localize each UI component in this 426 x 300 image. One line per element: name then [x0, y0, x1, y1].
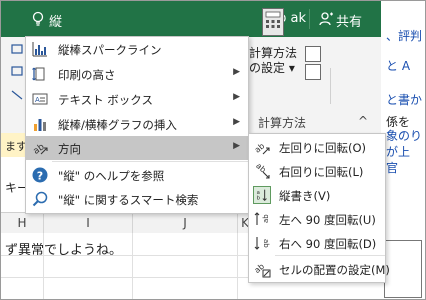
- rotate-counterclockwise-icon: ab: [253, 141, 270, 155]
- format-cell-alignment-icon: ab: [253, 262, 271, 278]
- calculator-icon[interactable]: [262, 8, 284, 36]
- menu-item-help[interactable]: ? "縦" のヘルプを参照: [26, 163, 248, 187]
- text-box-icon: A: [32, 93, 48, 105]
- rotate-up-icon: ab: [254, 212, 270, 225]
- menu-item-orientation[interactable]: ab 方向 ▶: [26, 136, 248, 160]
- menu-item-text-box[interactable]: A テキスト ボックス ▶: [26, 87, 248, 111]
- tell-me-results-menu: 縦棒スパークライン 印刷の高さ ▶ A テキスト ボックス ▶ 縦棒/横棒グラフ…: [25, 36, 249, 214]
- submenu-item-rotate-text-up[interactable]: ab 左へ 90 度回転(U): [249, 208, 385, 230]
- column-header-j[interactable]: J: [133, 213, 238, 233]
- share-label: 共有: [336, 15, 363, 30]
- submenu-item-label: 縦書き(V): [279, 189, 331, 203]
- web-text-line: 官: [386, 161, 399, 175]
- menu-item-label: 縦棒/横棒グラフの挿入: [58, 118, 177, 132]
- grid-col-line: [237, 233, 238, 299]
- calculation-options-label-2[interactable]: の設定 ▾: [249, 59, 295, 76]
- menu-item-column-sparkline[interactable]: 縦棒スパークライン: [26, 37, 248, 61]
- ribbon-divider: [330, 68, 331, 104]
- submenu-arrow-icon: ▶: [233, 67, 240, 77]
- lightbulb-icon: [32, 11, 44, 26]
- submenu-arrow-icon: ▶: [233, 141, 240, 151]
- svg-text:ab: ab: [253, 262, 266, 275]
- calculate-sheet-icon[interactable]: [305, 64, 321, 80]
- svg-text:ab: ab: [254, 162, 267, 175]
- tell-me-search-input[interactable]: 縦: [49, 11, 62, 30]
- title-bar: 縦 Yip ak 共有: [1, 1, 381, 37]
- menu-item-smart-lookup[interactable]: "縦" に関するスマート検索: [26, 187, 248, 211]
- rotate-clockwise-icon: ab: [254, 162, 270, 179]
- calculate-now-icon[interactable]: [305, 46, 321, 62]
- person-share-icon: [319, 12, 333, 26]
- web-text-line: と書か: [386, 93, 423, 107]
- submenu-item-label: 左へ 90 度回転(U): [279, 213, 376, 227]
- collapse-ribbon-button[interactable]: ^: [358, 114, 368, 128]
- share-button[interactable]: 共有: [309, 9, 374, 30]
- svg-text:b: b: [257, 195, 261, 201]
- submenu-arrow-icon: ▶: [233, 117, 240, 127]
- submenu-item-format-cell-alignment[interactable]: ab セルの配置の設定(M): [249, 258, 390, 280]
- grid-col-line: [132, 233, 133, 299]
- submenu-item-label: 右回りに回転(L): [279, 165, 364, 179]
- help-icon: ?: [32, 167, 48, 183]
- menu-item-label: テキスト ボックス: [58, 93, 153, 107]
- submenu-item-rotate-text-down[interactable]: ab 右へ 90 度回転(D): [249, 232, 385, 254]
- menu-separator: [52, 161, 248, 162]
- menu-item-print-height[interactable]: 印刷の高さ ▶: [26, 62, 248, 86]
- menu-item-label: 印刷の高さ: [58, 68, 116, 82]
- vertical-text-icon: a b: [253, 186, 271, 204]
- submenu-item-label: 左回りに回転(O): [279, 141, 367, 155]
- grid-col-line: [43, 233, 44, 299]
- web-text-line: と A: [386, 59, 411, 73]
- menu-item-label: 方向: [58, 142, 81, 156]
- sparkline-column-icon: [32, 42, 47, 57]
- submenu-item-label: セルの配置の設定(M): [279, 263, 390, 277]
- submenu-item-angle-counterclockwise[interactable]: ab 左回りに回転(O): [249, 136, 385, 158]
- submenu-arrow-icon: ▶: [233, 92, 240, 102]
- svg-text:ab: ab: [262, 214, 270, 223]
- svg-text:ab: ab: [32, 142, 47, 156]
- menu-item-insert-bar-chart[interactable]: 縦棒/横棒グラフの挿入 ▶: [26, 112, 248, 136]
- menu-item-label: "縦" に関するスマート検索: [58, 193, 199, 207]
- submenu-separator: [275, 255, 385, 256]
- web-text-line: 、評判: [386, 29, 423, 43]
- print-height-icon: [32, 67, 45, 81]
- column-header-h[interactable]: H: [1, 213, 44, 233]
- column-header-i[interactable]: I: [44, 213, 133, 233]
- web-text-line: 象のり: [386, 129, 423, 143]
- svg-text:A: A: [35, 96, 40, 104]
- svg-text:?: ?: [37, 170, 43, 183]
- orientation-submenu: ab 左回りに回転(O) ab 右回りに回転(L) a b 縦書き(V) ab …: [248, 133, 390, 283]
- ribbon-left-icons: [11, 44, 23, 100]
- menu-item-label: 縦棒スパークライン: [58, 43, 162, 57]
- bar-chart-icon: [34, 119, 46, 131]
- submenu-item-vertical-text[interactable]: a b 縦書き(V): [249, 184, 385, 206]
- smart-lookup-icon: [32, 191, 48, 207]
- web-text-line: が上: [386, 145, 411, 159]
- submenu-item-label: 右へ 90 度回転(D): [279, 237, 377, 251]
- submenu-item-angle-clockwise[interactable]: ab 右回りに回転(L): [249, 160, 385, 182]
- calculation-group-caption: 計算方法: [258, 116, 307, 130]
- menu-item-label: "縦" のヘルプを参照: [58, 169, 165, 183]
- svg-text:ab: ab: [262, 239, 270, 248]
- orientation-icon: ab: [32, 142, 48, 156]
- rotate-down-icon: ab: [254, 237, 270, 250]
